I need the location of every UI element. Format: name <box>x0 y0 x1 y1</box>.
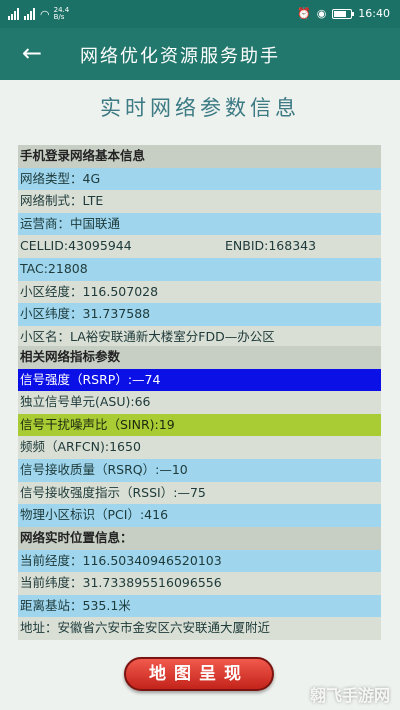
pci: 物理小区标识（PCI）:416 <box>18 504 381 527</box>
cell-latitude: 小区纬度：31.737588 <box>18 303 381 326</box>
cell-longitude: 小区经度：116.507028 <box>18 280 381 304</box>
distance-to-station: 距离基站：535.1米 <box>18 594 381 618</box>
section-header: 网络实时位置信息： <box>18 527 381 550</box>
operator: 运营商：中国联通 <box>18 212 381 236</box>
signal-icon-secondary <box>24 8 36 20</box>
cell-ids: CELLID:43095944 ENBID:168343 <box>18 235 381 258</box>
section-header: 相关网络指标参数 <box>18 346 381 369</box>
net-speed: 24.4 B/s <box>53 6 70 21</box>
rssi: 信号接收强度指示（RSSI）:—75 <box>18 481 381 505</box>
cell-name: 小区名：LA裕安联通新大楼室分FDD—办公区 <box>18 325 381 349</box>
map-view-button[interactable]: 地图呈现 <box>124 657 274 691</box>
rsrq: 信号接收质量（RSRQ）:—10 <box>18 458 381 482</box>
network-type: 网络类型：4G <box>18 167 381 191</box>
asu: 独立信号单元(ASU):66 <box>18 391 381 414</box>
location-section: 网络实时位置信息： 当前经度：116.50340946520103 当前纬度：3… <box>18 527 381 640</box>
cellid: CELLID:43095944 <box>20 238 132 254</box>
page-title: 实时网络参数信息 <box>100 96 300 120</box>
battery-icon <box>332 8 355 19</box>
current-latitude: 当前纬度：31.733895516096556 <box>18 572 381 595</box>
sinr: 信号干扰噪声比（SINR):19 <box>18 413 381 437</box>
app-title: 网络优化资源服务助手 <box>80 46 280 67</box>
basic-info-section: 手机登录网络基本信息 网络类型：4G 网络制式：LTE 运营商：中国联通 CEL… <box>18 145 381 349</box>
alarm-icon: ⏰ <box>296 7 311 20</box>
enbid: ENBID:168343 <box>225 238 317 254</box>
tac: TAC:21808 <box>18 257 381 281</box>
section-header: 手机登录网络基本信息 <box>18 145 381 168</box>
arfcn: 频频（ARFCN):1650 <box>18 436 381 459</box>
network-mode: 网络制式：LTE <box>18 190 381 213</box>
rsrp: 信号强度（RSRP）:—74 <box>18 368 381 392</box>
current-longitude: 当前经度：116.50340946520103 <box>18 549 381 573</box>
status-left: ◠ 24.4 B/s <box>8 7 72 21</box>
app-bar: ← 网络优化资源服务助手 <box>0 28 400 80</box>
signal-icon <box>8 8 20 20</box>
eye-icon: ◉ <box>316 7 327 20</box>
address: 地址：安徽省六安市金安区六安联通大厦附近 <box>18 617 381 640</box>
status-right: ⏰ ◉ 16:40 <box>297 7 390 20</box>
status-bar: ◠ 24.4 B/s ⏰ ◉ 16:40 <box>0 0 400 28</box>
metrics-section: 相关网络指标参数 信号强度（RSRP）:—74 独立信号单元(ASU):66 信… <box>18 346 381 527</box>
wifi-icon: ◠ <box>40 7 50 21</box>
status-time: 16:40 <box>358 7 390 20</box>
watermark: 翱飞手游网 <box>309 686 390 705</box>
back-arrow-icon[interactable]: ← <box>16 38 48 70</box>
